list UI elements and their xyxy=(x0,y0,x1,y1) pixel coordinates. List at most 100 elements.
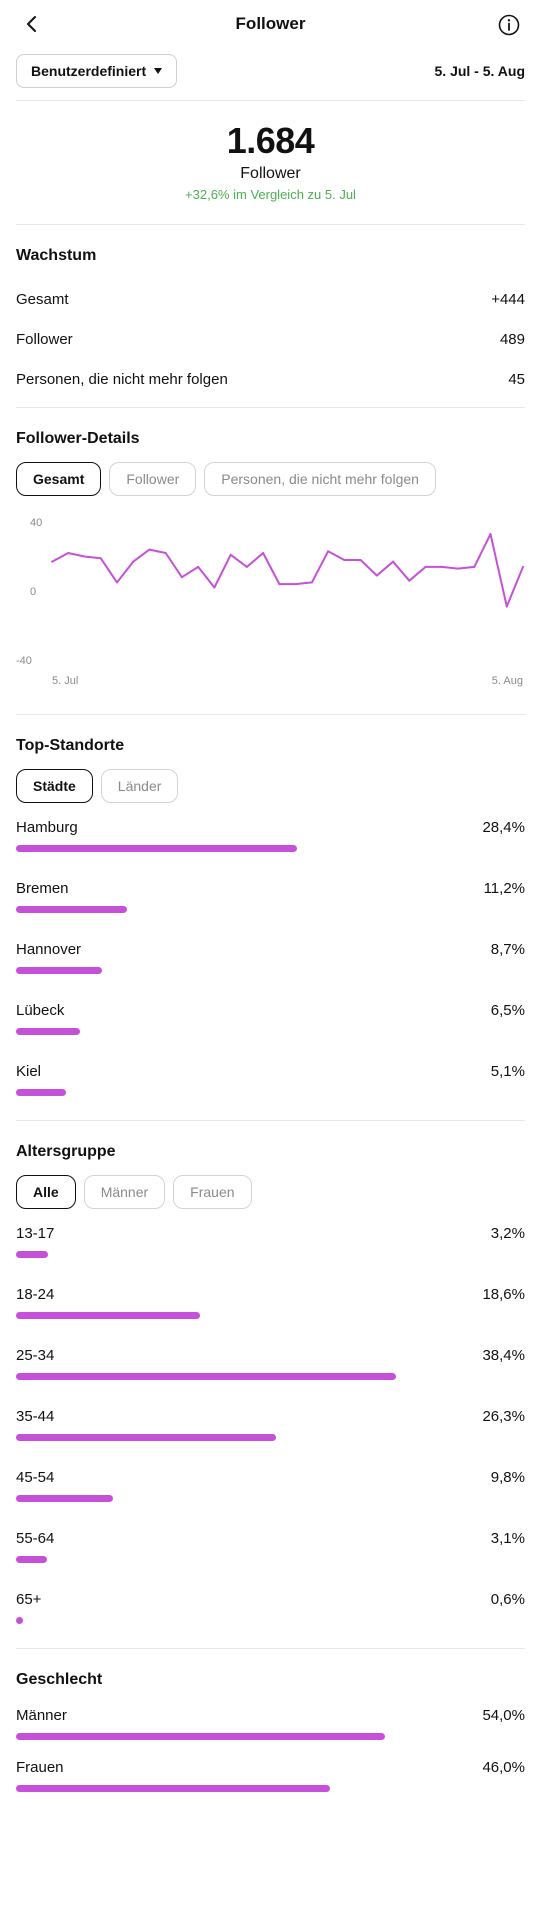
range-dropdown-label: Benutzerdefiniert xyxy=(31,63,147,79)
locations-tabs: Städte Länder xyxy=(0,769,541,803)
data-point xyxy=(327,550,330,553)
tab-men[interactable]: Männer xyxy=(83,1175,166,1209)
location-bar-track xyxy=(16,906,525,913)
location-row: Lübeck 6,5% xyxy=(0,998,541,1059)
age-group-bar-track xyxy=(16,1434,525,1441)
age-group-row: 25-34 38,4% xyxy=(0,1343,541,1404)
data-point xyxy=(343,558,346,561)
y-tick-label: 0 xyxy=(30,586,36,598)
details-tabs: Gesamt Follower Personen, die nicht mehr… xyxy=(0,462,541,496)
age-group-row: 35-44 26,3% xyxy=(0,1404,541,1465)
data-point xyxy=(99,557,102,560)
growth-row: Personen, die nicht mehr folgen 45 xyxy=(0,359,541,399)
growth-title: Wachstum xyxy=(16,247,97,264)
tab-gesamt[interactable]: Gesamt xyxy=(16,462,102,496)
age-group-percent: 38,4% xyxy=(482,1347,525,1364)
tab-countries[interactable]: Länder xyxy=(100,769,179,803)
caret-down-icon xyxy=(154,68,163,74)
location-percent: 8,7% xyxy=(490,941,525,958)
data-point xyxy=(67,552,70,555)
location-label: Kiel xyxy=(16,1063,42,1080)
age-group-bar xyxy=(16,1251,48,1258)
location-row: Kiel 5,1% xyxy=(0,1059,541,1120)
age-group-label: 55-64 xyxy=(16,1530,55,1547)
info-icon[interactable] xyxy=(497,13,521,37)
location-label: Hamburg xyxy=(16,819,78,836)
age-group-row: 13-17 3,2% xyxy=(0,1221,541,1282)
tab-women[interactable]: Frauen xyxy=(173,1175,252,1209)
age-group-label: 35-44 xyxy=(16,1408,55,1425)
location-bar-track xyxy=(16,1028,525,1035)
data-point xyxy=(473,565,476,568)
data-point xyxy=(245,565,248,568)
age-group-bar xyxy=(16,1495,113,1502)
gender-row: Männer 54,0% xyxy=(0,1703,541,1755)
age-group-label: 65+ xyxy=(16,1591,42,1608)
location-label: Hannover xyxy=(16,941,82,958)
location-bar xyxy=(16,906,127,913)
growth-row-value: 489 xyxy=(499,330,525,348)
range-dropdown[interactable]: Benutzerdefiniert xyxy=(16,54,178,88)
data-point xyxy=(392,560,395,563)
data-point xyxy=(457,567,460,570)
location-label: Lübeck xyxy=(16,1002,65,1019)
data-point xyxy=(262,552,265,555)
growth-list: Gesamt +444 Follower 489 Personen, die n… xyxy=(0,279,541,399)
age-group-bar-track xyxy=(16,1556,525,1563)
follower-delta: +32,6% im Vergleich zu 5. Jul xyxy=(185,187,356,202)
tab-follower[interactable]: Follower xyxy=(109,462,197,496)
age-group-label: 45-54 xyxy=(16,1469,55,1486)
age-group-bar-track xyxy=(16,1251,525,1258)
age-group-percent: 3,2% xyxy=(490,1225,525,1242)
location-bar xyxy=(16,1028,81,1035)
age-group-bar xyxy=(16,1556,47,1563)
gender-list: Männer 54,0% Frauen 46,0% xyxy=(0,1703,541,1807)
data-point xyxy=(294,583,297,586)
data-point xyxy=(278,583,281,586)
age-group-row: 45-54 9,8% xyxy=(0,1465,541,1526)
growth-row-value: 45 xyxy=(508,370,525,388)
data-point xyxy=(180,576,183,579)
age-tabs: Alle Männer Frauen xyxy=(0,1175,541,1209)
age-group-row: 18-24 18,6% xyxy=(0,1282,541,1343)
data-point xyxy=(148,548,151,551)
data-point xyxy=(164,552,167,555)
y-tick-label: -40 xyxy=(16,655,32,667)
location-bar xyxy=(16,967,102,974)
gender-label: Männer xyxy=(16,1707,67,1724)
page-title: Follower xyxy=(235,14,306,33)
location-row: Bremen 11,2% xyxy=(0,876,541,937)
age-group-label: 25-34 xyxy=(16,1347,55,1364)
data-point xyxy=(424,565,427,568)
age-group-percent: 3,1% xyxy=(490,1530,525,1547)
x-tick-label: 5. Jul xyxy=(52,675,78,687)
data-point xyxy=(408,579,411,582)
age-group-bar xyxy=(16,1617,23,1624)
data-point xyxy=(132,560,135,563)
growth-row: Gesamt +444 xyxy=(0,279,541,319)
location-label: Bremen xyxy=(16,880,69,897)
location-percent: 5,1% xyxy=(490,1063,525,1080)
gender-percent: 46,0% xyxy=(482,1759,525,1776)
age-list: 13-17 3,2% 18-24 18,6% 25-34 38,4% 35-44 26,3% 4… xyxy=(0,1221,541,1648)
tab-cities[interactable]: Städte xyxy=(16,769,93,803)
follower-count-label: Follower xyxy=(240,165,301,182)
data-point xyxy=(310,581,313,584)
locations-title: Top-Standorte xyxy=(16,737,125,754)
location-row: Hannover 8,7% xyxy=(0,937,541,998)
top-bar: Follower xyxy=(0,0,541,50)
locations-list: Hamburg 28,4% Bremen 11,2% Hannover 8,7% Lübec… xyxy=(0,815,541,1120)
location-bar-track xyxy=(16,1089,525,1096)
age-group-label: 13-17 xyxy=(16,1225,55,1242)
tab-all[interactable]: Alle xyxy=(16,1175,76,1209)
age-group-bar xyxy=(16,1312,200,1319)
gender-percent: 54,0% xyxy=(482,1707,525,1724)
age-group-bar xyxy=(16,1373,396,1380)
tab-unfollowed[interactable]: Personen, die nicht mehr folgen xyxy=(204,462,436,496)
age-group-row: 55-64 3,1% xyxy=(0,1526,541,1587)
age-group-percent: 9,8% xyxy=(490,1469,525,1486)
age-group-percent: 18,6% xyxy=(482,1286,525,1303)
details-title: Follower-Details xyxy=(16,430,140,447)
data-point xyxy=(115,581,118,584)
data-point xyxy=(359,558,362,561)
